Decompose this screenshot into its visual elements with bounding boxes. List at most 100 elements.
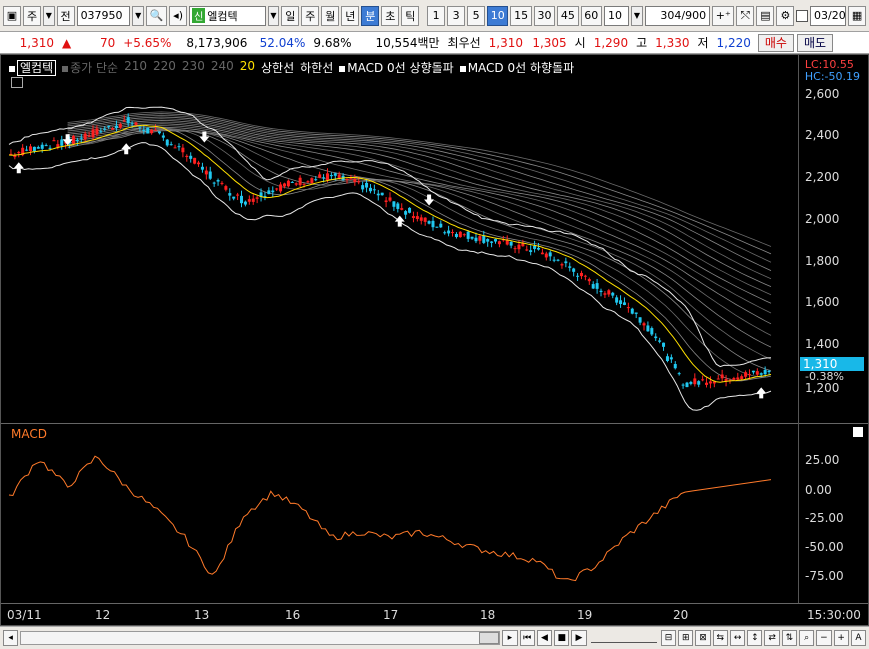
date-input[interactable]: 03/20: [810, 5, 847, 26]
open-price: 1,290: [593, 35, 629, 50]
candle-body: [408, 207, 412, 213]
magnifier-icon[interactable]: ⌕: [799, 630, 815, 646]
candle-body: [693, 378, 697, 385]
period-second[interactable]: 초: [381, 5, 400, 26]
minute-1[interactable]: 1: [427, 5, 446, 26]
count-select[interactable]: 10: [603, 5, 630, 26]
candle-body: [400, 208, 404, 210]
pane-divider[interactable]: [1, 423, 868, 424]
minute-45[interactable]: 45: [557, 5, 579, 26]
tool-3-icon[interactable]: ⊠: [695, 630, 711, 646]
sell-button[interactable]: 매도: [796, 33, 834, 52]
candle-body: [630, 308, 634, 314]
period-minute[interactable]: 분: [361, 5, 380, 26]
scroll-right-icon[interactable]: ▸: [502, 630, 518, 646]
count-dropdown-icon[interactable]: ▼: [631, 5, 643, 26]
search-icon[interactable]: 🔍: [146, 5, 168, 26]
code-dropdown-icon[interactable]: ▼: [132, 5, 144, 26]
grid-icon[interactable]: [11, 77, 23, 88]
period-type-select[interactable]: 주: [23, 5, 41, 26]
scrollbar-thumb[interactable]: [479, 632, 500, 644]
candle-body: [767, 370, 771, 373]
tool-7-icon[interactable]: ⇄: [764, 630, 780, 646]
candle-body: [681, 384, 685, 386]
zoom-out-icon[interactable]: −: [816, 630, 832, 646]
tool-4-icon[interactable]: ⇆: [712, 630, 728, 646]
candle-body: [536, 247, 540, 250]
tool-1-icon[interactable]: ⊟: [660, 630, 677, 646]
candle-body: [306, 181, 310, 183]
date-checkbox[interactable]: [796, 9, 809, 22]
zoom-in-icon[interactable]: +: [833, 630, 849, 646]
zoom-slider[interactable]: [590, 633, 657, 643]
candle-body: [130, 123, 134, 125]
candle-body: [282, 183, 286, 187]
candle-body: [454, 233, 458, 237]
name-dropdown-icon[interactable]: ▼: [267, 5, 280, 26]
candle-body: [91, 129, 95, 138]
minute-60[interactable]: 60: [580, 5, 602, 26]
candle-body: [107, 125, 111, 127]
candle-body: [611, 292, 615, 296]
period-year[interactable]: 년: [341, 5, 360, 26]
period-month[interactable]: 월: [321, 5, 340, 26]
candle-body: [388, 197, 392, 201]
minute-10[interactable]: 10: [487, 5, 509, 26]
period-tick[interactable]: 틱: [401, 5, 420, 26]
minute-3[interactable]: 3: [447, 5, 466, 26]
legend-stock-name: 엘컴텍: [17, 60, 57, 76]
candle-body: [114, 125, 118, 129]
draw-tool-icon[interactable]: ⤲: [736, 5, 755, 26]
chevron-down-icon[interactable]: ▼: [43, 5, 55, 26]
candle-body: [255, 197, 259, 199]
zoom-icon[interactable]: +⁺: [712, 5, 735, 26]
next-icon[interactable]: ▶: [571, 630, 587, 646]
prev-icon[interactable]: ◀: [536, 630, 553, 646]
period-day[interactable]: 일: [281, 5, 300, 26]
candle-body: [427, 221, 431, 224]
candle-body: [32, 146, 36, 152]
price-chart-svg[interactable]: [1, 55, 868, 625]
minute-15[interactable]: 15: [510, 5, 532, 26]
scroll-left-icon[interactable]: ◂: [3, 630, 19, 646]
tool-8-icon[interactable]: ⇅: [781, 630, 798, 646]
price-axis-label: 2,400: [805, 128, 840, 142]
minute-30[interactable]: 30: [533, 5, 556, 26]
chart-panel[interactable]: 엘컴텍 종가 단순 210 220 230 240 20 상한선 하한선 MAC…: [0, 54, 869, 626]
stock-name-box[interactable]: 신 엘컴텍: [189, 5, 266, 26]
tool-2-icon[interactable]: ⊞: [678, 630, 694, 646]
current-price-tag: 1,310: [800, 357, 864, 371]
legend-ma-20: 20: [239, 59, 256, 73]
candle-body: [376, 193, 380, 196]
view-count-field[interactable]: 304/900: [644, 5, 711, 26]
calendar-icon[interactable]: ▦: [848, 5, 867, 26]
minute-5[interactable]: 5: [467, 5, 486, 26]
signal-up-arrow: [756, 387, 767, 399]
candle-body: [490, 241, 494, 243]
tool-6-icon[interactable]: ↕: [747, 630, 763, 646]
buy-button[interactable]: 매수: [757, 33, 794, 52]
date-label: 12: [95, 608, 111, 622]
font-size-icon[interactable]: A: [850, 630, 867, 646]
candle-body: [521, 243, 525, 247]
stock-code-input[interactable]: 037950: [76, 5, 131, 26]
candle-body: [228, 193, 232, 196]
first-icon[interactable]: ⏮: [519, 630, 535, 646]
window-icon[interactable]: ▣: [3, 5, 21, 26]
price-change: 70: [99, 35, 116, 50]
tool-5-icon[interactable]: ↔: [729, 630, 746, 646]
quote-bar: 1,310 ▲ 70 +5.65% 8,173,906 52.04% 9.68%…: [0, 32, 869, 54]
candle-body: [482, 235, 486, 243]
speaker-icon[interactable]: ◂): [169, 5, 188, 26]
candle-body: [642, 323, 646, 326]
gear-icon[interactable]: ⚙: [776, 5, 795, 26]
horizontal-scrollbar[interactable]: [20, 631, 501, 645]
candle-body: [720, 374, 724, 379]
prev-button[interactable]: 전: [56, 5, 75, 26]
candle-body: [44, 145, 48, 147]
candle-body: [392, 201, 396, 207]
save-icon[interactable]: ▤: [756, 5, 775, 26]
stop-icon[interactable]: ■: [554, 630, 570, 646]
long-ma-line: [67, 128, 772, 372]
period-week[interactable]: 주: [301, 5, 320, 26]
